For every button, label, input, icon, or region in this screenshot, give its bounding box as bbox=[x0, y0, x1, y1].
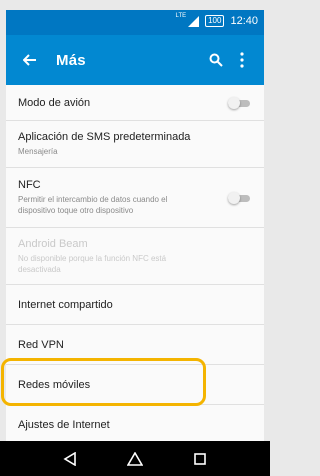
setting-mobile-networks[interactable]: Redes móviles bbox=[6, 365, 264, 405]
nfc-toggle[interactable] bbox=[228, 191, 250, 204]
signal-icon bbox=[188, 15, 200, 27]
setting-title: NFC bbox=[18, 179, 41, 191]
setting-title: Redes móviles bbox=[18, 378, 91, 391]
search-icon[interactable] bbox=[204, 48, 228, 72]
setting-nfc[interactable]: NFC Permitir el intercambio de datos cua… bbox=[6, 168, 264, 228]
setting-title: Red VPN bbox=[18, 338, 64, 351]
setting-internet-settings[interactable]: Ajustes de Internet bbox=[6, 405, 264, 441]
network-type-label: LTE bbox=[175, 13, 187, 19]
setting-subtitle: No disponible porque la función NFC está… bbox=[18, 253, 167, 274]
battery-icon: 100 bbox=[205, 15, 225, 27]
more-vert-icon[interactable] bbox=[230, 48, 254, 72]
toggle-thumb bbox=[228, 96, 240, 109]
setting-android-beam: Android Beam No disponible porque la fun… bbox=[6, 228, 264, 285]
back-triangle-icon[interactable] bbox=[50, 444, 90, 474]
phone-screen: LTE 100 12:40 Más Modo de avión Aplicaci… bbox=[6, 10, 264, 441]
setting-default-sms-app[interactable]: Aplicación de SMS predeterminada Mensaje… bbox=[6, 121, 264, 168]
toggle-thumb bbox=[228, 191, 240, 204]
setting-title: Android Beam bbox=[18, 237, 88, 250]
back-arrow-icon[interactable] bbox=[18, 48, 42, 72]
setting-tethering[interactable]: Internet compartido bbox=[6, 285, 264, 325]
status-time: 12:40 bbox=[230, 15, 258, 27]
settings-list: Modo de avión Aplicación de SMS predeter… bbox=[6, 85, 264, 441]
setting-subtitle: Mensajería bbox=[18, 147, 58, 156]
app-bar: Más bbox=[6, 35, 264, 85]
setting-title: Internet compartido bbox=[18, 298, 113, 311]
status-bar: LTE 100 12:40 bbox=[6, 10, 264, 35]
setting-title: Ajustes de Internet bbox=[18, 419, 110, 431]
airplane-mode-toggle[interactable] bbox=[228, 96, 250, 109]
setting-vpn[interactable]: Red VPN bbox=[6, 325, 264, 365]
home-icon[interactable] bbox=[115, 444, 155, 474]
setting-title: Aplicación de SMS predeterminada bbox=[18, 131, 191, 143]
setting-airplane-mode[interactable]: Modo de avión bbox=[6, 85, 264, 121]
page-title: Más bbox=[56, 51, 86, 69]
navigation-bar bbox=[0, 441, 270, 476]
setting-subtitle: Permitir el intercambio de datos cuando … bbox=[18, 195, 168, 215]
setting-title: Modo de avión bbox=[18, 96, 91, 109]
recents-square-icon[interactable] bbox=[180, 444, 220, 474]
